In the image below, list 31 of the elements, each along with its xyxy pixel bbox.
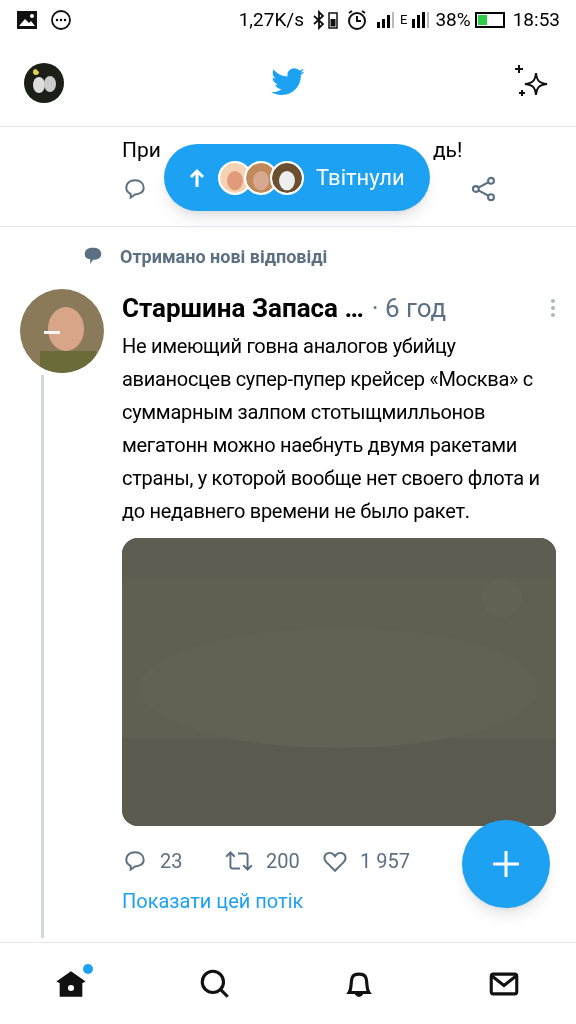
battery-small-icon	[328, 11, 338, 29]
bluetooth-icon	[312, 10, 326, 30]
tweet-text: При	[122, 137, 161, 164]
battery-percent: 38%	[435, 6, 471, 33]
clock: 18:53	[512, 6, 560, 33]
signal-icon	[411, 11, 432, 29]
tweet-text: Не имеющий говна аналогов убийцу авианосцев супер-пупер крейсер «Москва» с суммарным залпом стотыщмилльонов мегатонн можно наебнуть двумя ракетами страны, у которой вообще нет своего флота и до недавнего времени не было ракет.	[122, 333, 541, 525]
retweet-icon[interactable]	[224, 848, 254, 874]
avatar-icon	[270, 160, 304, 195]
network-speed: 1,27K/s	[238, 6, 304, 33]
reply-count: 23	[160, 848, 184, 875]
network-type: E	[400, 11, 408, 30]
plus-icon	[491, 849, 521, 879]
image-icon	[16, 10, 38, 30]
arrow-up-icon	[188, 167, 206, 188]
reply-icon[interactable]	[122, 848, 148, 874]
author-name: Старшина Запаса …	[122, 293, 364, 323]
tweet-time: · 6 год	[371, 293, 447, 323]
speech-bubble-icon	[82, 245, 104, 267]
share-icon[interactable]	[470, 174, 498, 203]
signal-icon	[376, 11, 396, 29]
reply-notice: Отримано нові відповіді	[120, 244, 328, 269]
show-thread-link[interactable]: Показати цей потік	[122, 886, 304, 916]
tweet-text: дь!	[432, 137, 463, 164]
new-tweets-pill[interactable]: Твітнули	[164, 144, 430, 211]
battery-icon	[474, 12, 505, 28]
retweet-count: 200	[266, 848, 301, 875]
alarm-icon	[346, 9, 368, 31]
more-icon	[50, 9, 72, 31]
like-count: 1 957	[360, 848, 410, 875]
bird-logo	[270, 68, 306, 98]
